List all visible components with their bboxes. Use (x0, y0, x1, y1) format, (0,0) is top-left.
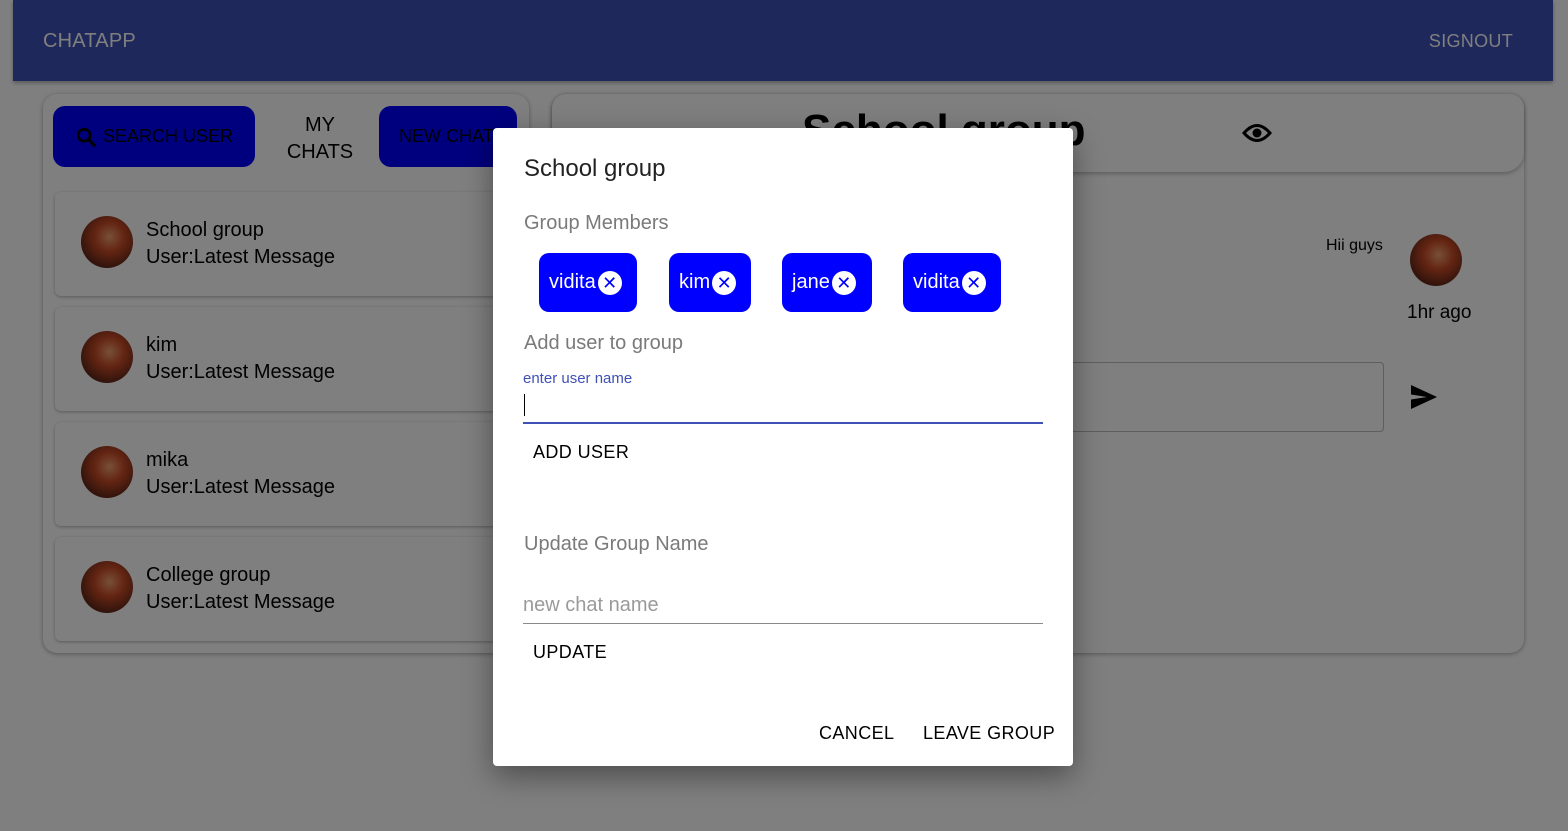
cancel-button[interactable]: CANCEL (819, 723, 894, 744)
remove-member-icon[interactable]: ✕ (961, 270, 986, 295)
member-chip: kim ✕ (669, 253, 751, 312)
remove-member-icon[interactable]: ✕ (831, 270, 856, 295)
member-chip: vidita ✕ (903, 253, 1001, 312)
add-user-label: Add user to group (524, 332, 683, 354)
remove-member-icon[interactable]: ✕ (712, 270, 737, 295)
group-name-input[interactable]: new chat name (523, 586, 1043, 624)
member-name: kim (679, 271, 711, 293)
username-field-label: enter user name (523, 370, 633, 387)
remove-member-icon[interactable]: ✕ (597, 270, 622, 295)
update-group-name-label: Update Group Name (524, 533, 709, 555)
add-user-button[interactable]: ADD USER (533, 442, 629, 463)
member-name: vidita (549, 271, 596, 293)
dialog-title: School group (524, 155, 666, 182)
member-chip: jane ✕ (782, 253, 872, 312)
group-members-label: Group Members (524, 212, 669, 234)
member-name: vidita (913, 271, 960, 293)
member-chip: vidita ✕ (539, 253, 637, 312)
text-caret (524, 394, 525, 416)
member-name: jane (792, 271, 830, 293)
username-input[interactable] (523, 390, 1043, 424)
update-button[interactable]: UPDATE (533, 642, 607, 663)
group-settings-dialog: School group Group Members vidita ✕ kim … (493, 128, 1073, 766)
leave-group-button[interactable]: LEAVE GROUP (923, 723, 1055, 744)
